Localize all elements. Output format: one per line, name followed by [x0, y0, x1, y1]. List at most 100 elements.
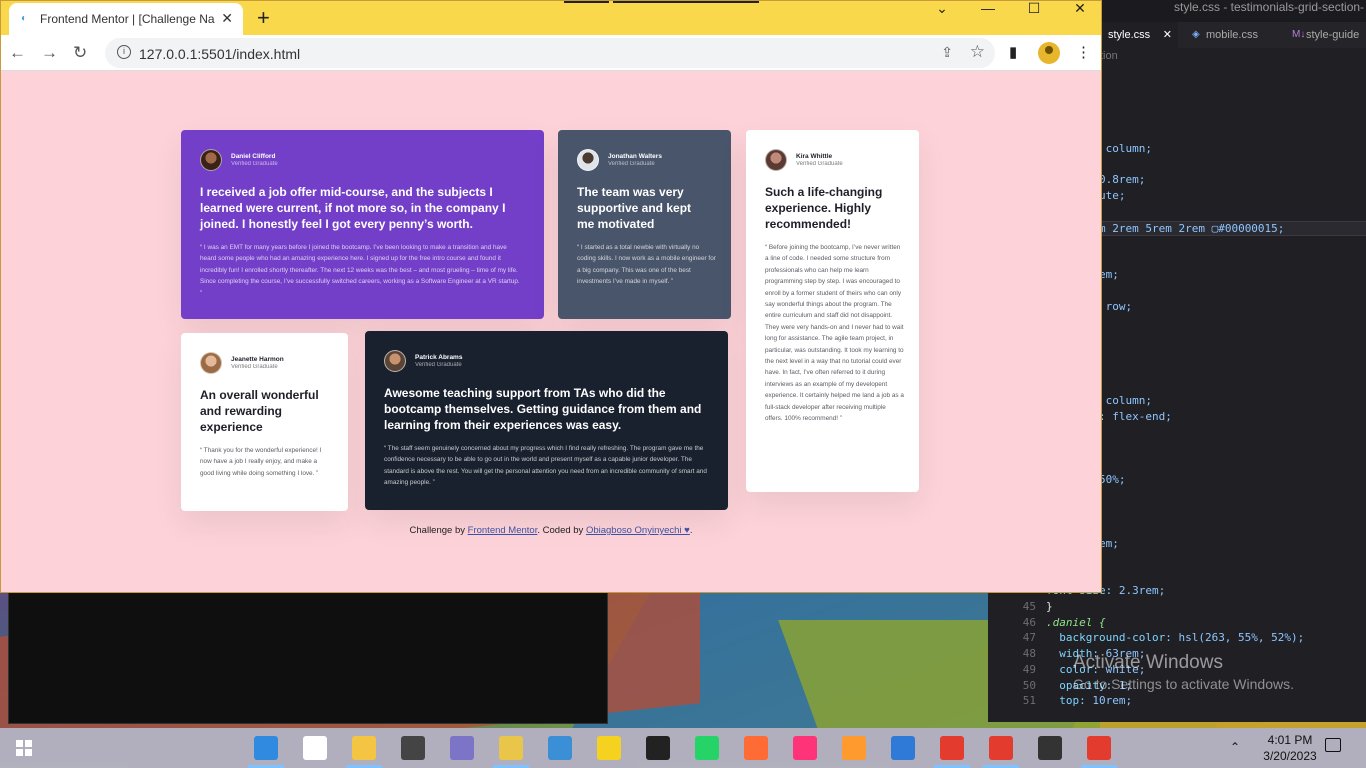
editor-tab-style-guide[interactable]: M↓ style-guide	[1284, 22, 1366, 48]
code-line[interactable]: 47 background-color: hsl(263, 55%, 52%);	[988, 631, 1366, 647]
author-name: Jeanette Harmon	[231, 356, 284, 363]
address-bar[interactable]: i 127.0.0.1:5501/index.html ⇪ ☆	[105, 38, 995, 68]
testimonial-card-patrick: Patrick Abrams Verified Graduate Awesome…	[365, 331, 728, 510]
css-value: 10rem;	[1092, 694, 1133, 708]
css-value: 2rem 2rem 5rem 2rem ▢#00000015;	[1079, 221, 1285, 235]
author-name: Kira Whittle	[796, 153, 833, 160]
testimonial-card-kira: Kira Whittle Verified Graduate Such a li…	[746, 130, 919, 492]
avatar	[384, 350, 406, 372]
tray-chevron-icon[interactable]: ⌃	[1230, 740, 1240, 754]
testimonial-headline: Such a life-changing experience. Highly …	[765, 185, 883, 231]
line-code: background-color: hsl(263, 55%, 52%);	[1046, 631, 1304, 644]
author-link[interactable]: Obiagboso Onyinyechi ♥	[586, 525, 690, 536]
editor-tab-mobile-css[interactable]: ◈ mobile.css	[1184, 22, 1280, 48]
terminal-window[interactable]	[8, 592, 608, 724]
url-text[interactable]: 127.0.0.1:5501/index.html	[139, 46, 300, 62]
testimonial-headline: The team was very supportive and kept me…	[577, 185, 692, 231]
calculator-icon[interactable]	[401, 736, 425, 760]
whatsapp-icon[interactable]	[695, 736, 719, 760]
css-value: flex-end;	[1112, 410, 1172, 424]
back-icon[interactable]: ←	[9, 43, 26, 63]
share-icon[interactable]: ⇪	[941, 44, 953, 61]
testimonial-card-jeanette: Jeanette Harmon Verified Graduate An ove…	[181, 333, 348, 511]
line-number: 46	[1022, 615, 1036, 629]
tab-label: style.css	[1108, 29, 1151, 41]
new-tab-button[interactable]: +	[257, 5, 270, 31]
css-property: top:	[1046, 694, 1093, 708]
attribution-prefix: Challenge by	[409, 525, 468, 536]
frontend-mentor-link[interactable]: Frontend Mentor	[468, 525, 538, 536]
author-role: Verified Graduate	[608, 161, 655, 167]
breadcrumb[interactable]: tion	[1100, 50, 1118, 62]
css-property: }	[1046, 599, 1053, 613]
testimonial-card-daniel: Daniel Clifford Verified Graduate I rece…	[181, 130, 544, 319]
minimize-button[interactable]: —	[965, 1, 1011, 31]
forward-icon[interactable]: →	[41, 43, 58, 63]
tab-label: style-guide	[1306, 29, 1360, 41]
app-icon[interactable]	[891, 736, 915, 760]
mongodb-icon[interactable]	[303, 736, 327, 760]
css-file-icon: ◈	[1192, 29, 1200, 40]
author-role: Verified Graduate	[796, 161, 843, 167]
lambda-icon[interactable]	[499, 736, 523, 760]
testimonial-quote: “ I started as a total newbie with virtu…	[577, 244, 716, 286]
terminal-icon[interactable]	[646, 736, 670, 760]
file-explorer-icon[interactable]	[352, 736, 376, 760]
avatar	[765, 149, 787, 171]
author-name: Patrick Abrams	[415, 354, 463, 361]
affinity-icon[interactable]	[548, 736, 572, 760]
menu-dots-icon[interactable]: ⋮	[1076, 43, 1091, 61]
css-value: column;	[1105, 394, 1152, 408]
sticky-notes-icon[interactable]	[597, 736, 621, 760]
author-name: Daniel Clifford	[231, 153, 276, 160]
chrome-profile-icon[interactable]	[1087, 736, 1111, 760]
close-tab-icon[interactable]: ✕	[221, 10, 233, 27]
windows-start-icon[interactable]	[16, 740, 32, 756]
tab-search-icon[interactable]: ⌄	[919, 1, 965, 31]
avatar	[200, 149, 222, 171]
tab-label: mobile.css	[1206, 29, 1258, 41]
code-line[interactable]: 45}	[988, 600, 1366, 616]
css-property: background-color:	[1046, 631, 1179, 645]
code-line[interactable]: 46 .daniel {	[988, 616, 1366, 632]
testimonial-headline: An overall wonderful and rewarding exper…	[200, 388, 319, 434]
line-code: }	[1046, 600, 1053, 613]
activate-windows-title: Activate Windows	[1073, 652, 1223, 673]
bookmark-star-icon[interactable]: ☆	[970, 42, 985, 62]
maximize-button[interactable]: ☐	[1011, 1, 1057, 31]
line-number: 48	[1022, 647, 1036, 661]
figma-like-icon[interactable]	[793, 736, 817, 760]
css-value: hsl(263, 55%, 52%);	[1178, 631, 1305, 645]
attribution: Challenge by Frontend Mentor. Coded by O…	[1, 525, 1101, 536]
avatar	[577, 149, 599, 171]
clock-date: 3/20/2023	[1263, 749, 1317, 763]
testimonial-quote: “ The staff seem genuinely concerned abo…	[384, 445, 707, 487]
profile-avatar[interactable]	[1038, 42, 1060, 64]
browser-tab[interactable]: ◐ Frontend Mentor | [Challenge Na ✕	[9, 3, 243, 35]
obs-icon[interactable]	[1038, 736, 1062, 760]
css-value: row;	[1105, 299, 1133, 313]
avatar	[200, 352, 222, 374]
titlebar-marker	[613, 1, 759, 3]
code-line[interactable]: 51 top: 10rem;	[988, 694, 1366, 710]
close-window-button[interactable]: ✕	[1057, 1, 1103, 31]
close-icon[interactable]: ✕	[1163, 22, 1172, 48]
css-value: 0.8rem;	[1098, 173, 1146, 187]
css-value: column;	[1105, 141, 1152, 155]
site-info-icon[interactable]: i	[117, 45, 131, 59]
draw-icon[interactable]	[744, 736, 768, 760]
notifications-icon[interactable]	[1325, 738, 1341, 752]
chrome-alt-icon[interactable]	[989, 736, 1013, 760]
line-number: 49	[1022, 662, 1036, 676]
author-role: Verified Graduate	[415, 362, 462, 368]
attribution-middle: . Coded by	[537, 525, 586, 536]
vscode-icon[interactable]	[254, 736, 278, 760]
clock[interactable]: 4:01 PM 3/20/2023	[1255, 732, 1325, 764]
author-name: Jonathan Walters	[608, 153, 662, 160]
media-icon[interactable]	[450, 736, 474, 760]
reload-icon[interactable]: ↻	[73, 43, 87, 63]
side-panel-icon[interactable]: ▮	[1009, 43, 1017, 61]
blender-icon[interactable]	[842, 736, 866, 760]
chrome-icon[interactable]	[940, 736, 964, 760]
browser-toolbar: ← → ↻ i 127.0.0.1:5501/index.html ⇪ ☆ ▮ …	[1, 35, 1101, 71]
